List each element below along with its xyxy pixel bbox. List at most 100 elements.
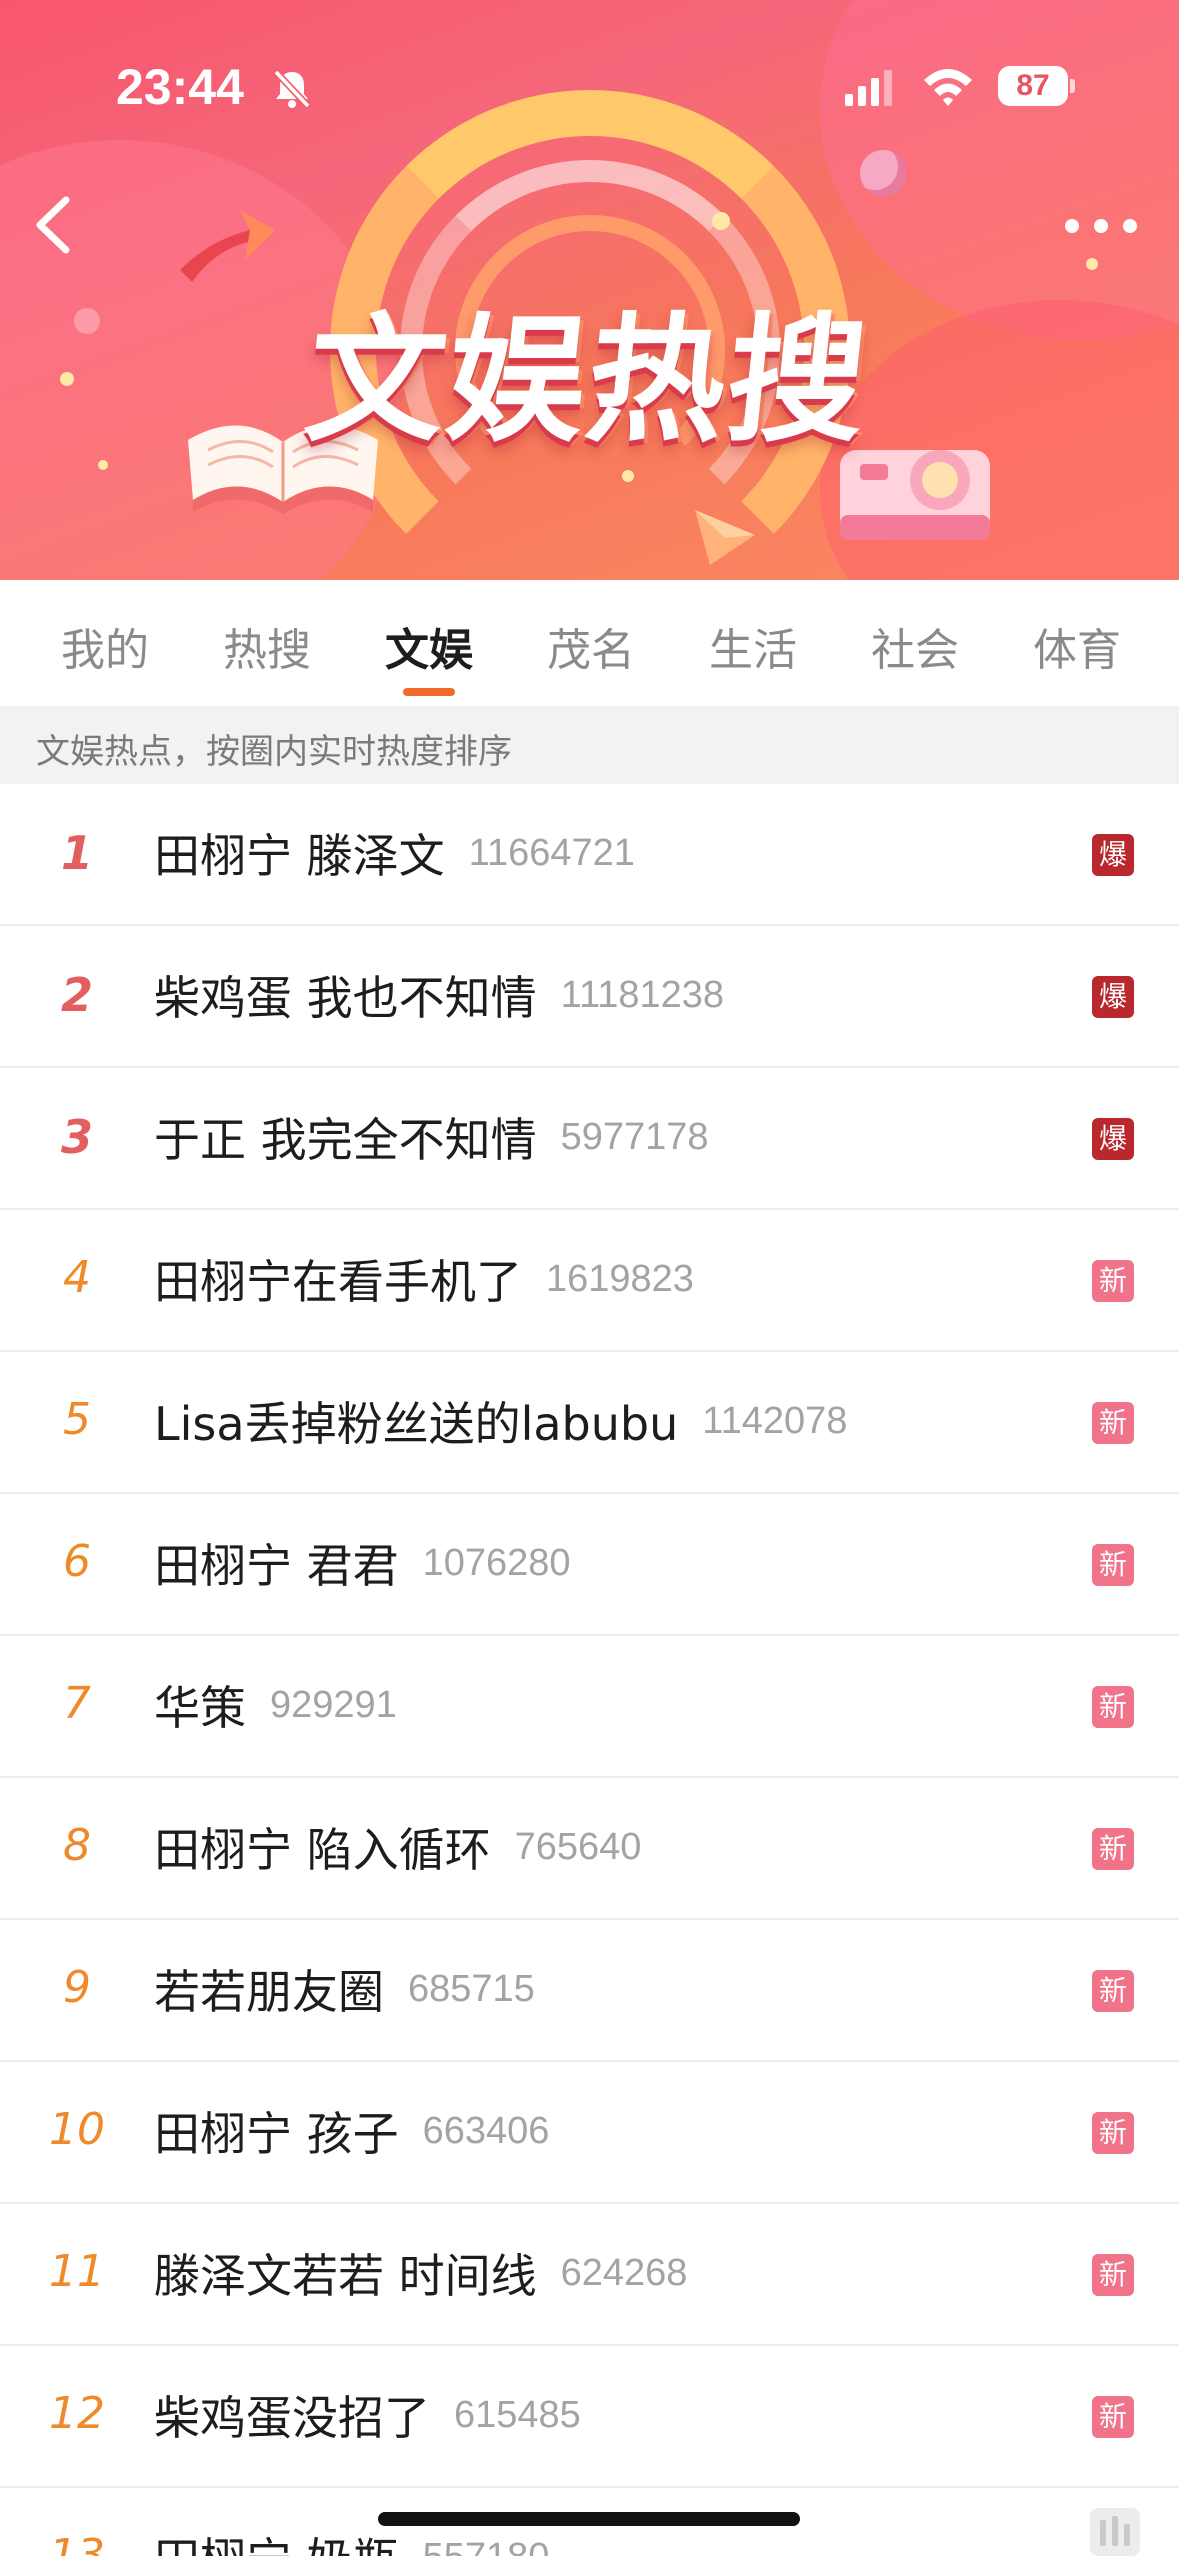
heat-count: 929291 <box>270 1683 397 1726</box>
topic-title: 田栩宁 奶瓶 <box>154 2533 399 2556</box>
item-title-line: 田栩宁 陷入循环 765640 <box>154 1814 641 1880</box>
battery-tip <box>1070 79 1075 93</box>
hot-badge: 爆 <box>1092 1118 1134 1160</box>
heat-count: 557180 <box>423 2536 550 2556</box>
category-tabs: 我的 热搜 文娱 茂名 生活 社会 体育 <box>0 580 1179 706</box>
heat-count: 624268 <box>560 2251 688 2294</box>
floating-action-icon[interactable] <box>1090 2508 1140 2556</box>
list-item[interactable]: 2 柴鸡蛋 我也不知情 11181238 爆 <box>0 926 1179 1068</box>
list-item[interactable]: 6 田栩宁 君君 1076280 新 <box>0 1494 1179 1636</box>
topic-title: 于正 我完全不知情 <box>154 1113 537 1167</box>
heat-count: 663406 <box>422 2109 550 2152</box>
list-item[interactable]: 10 田栩宁 孩子 663406 新 <box>0 2062 1179 2204</box>
topic-title: 田栩宁 滕泽文 <box>154 829 445 883</box>
topic-title: 滕泽文若若 时间线 <box>154 2249 537 2303</box>
rank-number: 3 <box>60 1110 93 1164</box>
list-item[interactable]: 3 于正 我完全不知情 5977178 爆 <box>0 1068 1179 1210</box>
item-title-line: 田栩宁在看手机了 1619823 <box>154 1246 694 1312</box>
tab-society[interactable]: 社会 <box>860 614 970 678</box>
item-title-line: 柴鸡蛋没招了 615485 <box>154 2382 581 2448</box>
item-title-line: 田栩宁 君君 1076280 <box>154 1530 571 1596</box>
banner-title: 文娱热搜 <box>299 300 877 461</box>
bell-off-icon <box>273 69 311 109</box>
list-item[interactable]: 12 柴鸡蛋没招了 615485 新 <box>0 2346 1179 2488</box>
topic-title: 柴鸡蛋 我也不知情 <box>154 971 537 1025</box>
rank-number: 1 <box>60 826 93 880</box>
heat-count: 11181238 <box>560 973 725 1016</box>
heat-count: 11664721 <box>468 831 635 874</box>
topic-title: 田栩宁 孩子 <box>154 2107 399 2161</box>
new-badge: 新 <box>1092 2254 1134 2296</box>
new-badge: 新 <box>1092 2112 1134 2154</box>
item-title-line: 滕泽文若若 时间线 624268 <box>154 2240 687 2306</box>
list-item[interactable]: 1 田栩宁 滕泽文 11664721 爆 <box>0 784 1179 926</box>
rank-number: 12 <box>49 2388 105 2439</box>
rank-number: 9 <box>63 1962 91 2013</box>
tab-maoming[interactable]: 茂名 <box>536 614 646 678</box>
list-item[interactable]: 7 华策 929291 新 <box>0 1636 1179 1778</box>
item-title-line: 田栩宁 滕泽文 11664721 <box>154 820 635 886</box>
tab-mine[interactable]: 我的 <box>50 614 160 678</box>
new-badge: 新 <box>1092 1686 1134 1728</box>
item-title-line: 田栩宁 孩子 663406 <box>154 2098 549 2164</box>
header-banner: 23:44 87 文娱热搜 <box>0 0 1179 580</box>
list-item[interactable]: 8 田栩宁 陷入循环 765640 新 <box>0 1778 1179 1920</box>
list-item[interactable]: 11 滕泽文若若 时间线 624268 新 <box>0 2204 1179 2346</box>
hot-badge: 爆 <box>1092 976 1134 1018</box>
list-description: 文娱热点，按圈内实时热度排序 <box>36 732 512 772</box>
tab-entertainment[interactable]: 文娱 <box>374 614 484 678</box>
rank-number: 8 <box>63 1820 91 1871</box>
rank-number: 6 <box>63 1536 91 1587</box>
rank-number: 13 <box>49 2530 105 2556</box>
topic-title: Lisa丢掉粉丝送的labubu <box>154 1397 679 1451</box>
tab-hot-search[interactable]: 热搜 <box>212 614 322 678</box>
cellular-signal-icon <box>845 70 892 106</box>
heat-count: 1076280 <box>422 1541 571 1584</box>
battery-indicator: 87 <box>998 66 1075 106</box>
list-item[interactable]: 4 田栩宁在看手机了 1619823 新 <box>0 1210 1179 1352</box>
topic-title: 华策 <box>154 1681 246 1735</box>
tab-sports[interactable]: 体育 <box>1022 614 1132 678</box>
rank-number: 4 <box>63 1252 91 1303</box>
heat-count: 615485 <box>454 2393 581 2436</box>
wifi-icon <box>924 69 972 106</box>
item-title-line: 田栩宁 奶瓶 557180 <box>154 2524 549 2556</box>
rank-number: 2 <box>60 968 93 1022</box>
sparkle-icon <box>622 470 634 482</box>
rank-number: 5 <box>63 1394 91 1445</box>
heat-count: 5977178 <box>560 1115 709 1158</box>
rank-number: 10 <box>49 2104 105 2155</box>
list-item[interactable]: 5 Lisa丢掉粉丝送的labubu 1142078 新 <box>0 1352 1179 1494</box>
active-tab-indicator <box>403 688 455 696</box>
heat-count: 685715 <box>408 1967 535 2010</box>
heat-count: 1142078 <box>702 1399 848 1442</box>
new-badge: 新 <box>1092 1402 1134 1444</box>
tab-life[interactable]: 生活 <box>698 614 808 678</box>
item-title-line: 柴鸡蛋 我也不知情 11181238 <box>154 962 724 1028</box>
new-badge: 新 <box>1092 1544 1134 1586</box>
more-options-button[interactable] <box>1062 206 1140 246</box>
topic-title: 柴鸡蛋没招了 <box>154 2391 430 2445</box>
heat-count: 1619823 <box>546 1257 694 1300</box>
back-button[interactable] <box>22 190 82 260</box>
topic-title: 田栩宁 陷入循环 <box>154 1823 491 1877</box>
banner-title-wrap: 文娱热搜 <box>0 268 1179 468</box>
status-time: 23:44 <box>116 59 244 115</box>
rank-number: 11 <box>49 2246 105 2297</box>
topic-title: 若若朋友圈 <box>154 1965 384 2019</box>
new-badge: 新 <box>1092 1970 1134 2012</box>
new-badge: 新 <box>1092 1260 1134 1302</box>
status-bar: 23:44 87 <box>0 0 1179 170</box>
cone-decoration-icon <box>695 510 755 565</box>
home-indicator[interactable] <box>378 2512 800 2526</box>
list-item[interactable]: 9 若若朋友圈 685715 新 <box>0 1920 1179 2062</box>
item-title-line: 华策 929291 <box>154 1672 397 1738</box>
list-description-bar: 文娱热点，按圈内实时热度排序 <box>0 706 1179 784</box>
new-badge: 新 <box>1092 2396 1134 2438</box>
topic-title: 田栩宁 君君 <box>154 1539 399 1593</box>
battery-level: 87 <box>998 66 1068 106</box>
new-badge: 新 <box>1092 1828 1134 1870</box>
hot-badge: 爆 <box>1092 834 1134 876</box>
sparkle-icon <box>712 212 730 230</box>
topic-title: 田栩宁在看手机了 <box>154 1255 522 1309</box>
